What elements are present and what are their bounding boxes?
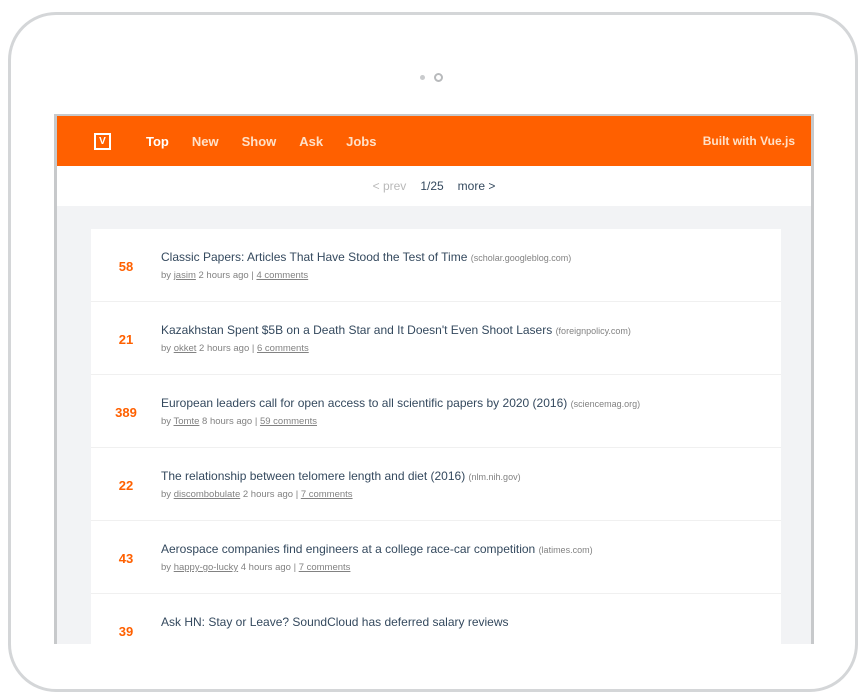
nav-show[interactable]: Show [242,134,277,149]
screen: V Top New Show Ask Jobs Built with Vue.j… [54,114,814,644]
more-link[interactable]: more > [458,179,496,193]
story-meta: by okket 2 hours ago | 6 comments [161,343,309,354]
story-title[interactable]: Aerospace companies find engineers at a … [161,542,593,556]
story-item: 43 Aerospace companies find engineers at… [91,521,781,594]
meta-by: by [161,562,172,573]
story-time: 4 hours ago | [240,562,297,573]
nav: Top New Show Ask Jobs [146,134,376,149]
story-meta: by happy-go-lucky 4 hours ago | 7 commen… [161,562,350,573]
story-time: 2 hours ago | [198,270,254,281]
story-score: 389 [115,405,137,420]
story-user[interactable]: discombobulate [174,489,241,500]
meta-by: by [161,416,172,427]
story-item: 39 Ask HN: Stay or Leave? SoundCloud has… [91,594,781,644]
story-score: 58 [118,259,134,274]
story-title[interactable]: European leaders call for open access to… [161,396,640,410]
story-meta: by jasim 2 hours ago | 4 comments [161,270,308,281]
story-title-text[interactable]: Classic Papers: Articles That Have Stood… [161,250,467,264]
story-host: (nlm.nih.gov) [468,472,521,482]
story-comments[interactable]: 7 comments [301,489,353,500]
story-host: (sciencemag.org) [570,399,641,409]
story-comments[interactable]: 7 comments [299,562,351,573]
story-title-text[interactable]: Ask HN: Stay or Leave? SoundCloud has de… [161,615,509,629]
camera-lens [434,73,443,82]
built-with-link[interactable]: Built with Vue.js [703,134,795,148]
story-comments[interactable]: 6 comments [257,343,309,354]
page-indicator: 1/25 [420,179,444,193]
story-item: 22 The relationship between telomere len… [91,448,781,521]
story-user[interactable]: jasim [174,270,196,281]
story-user[interactable]: okket [174,343,197,354]
story-title[interactable]: Classic Papers: Articles That Have Stood… [161,250,571,264]
story-score: 39 [118,624,134,639]
meta-by: by [161,270,172,281]
story-meta: by discombobulate 2 hours ago | 7 commen… [161,489,353,500]
story-time: 8 hours ago | [202,416,258,427]
sensor-dot [420,75,425,80]
story-user[interactable]: happy-go-lucky [174,562,238,573]
story-item: 21 Kazakhstan Spent $5B on a Death Star … [91,302,781,375]
logo[interactable]: V [94,132,111,150]
story-title-text[interactable]: Kazakhstan Spent $5B on a Death Star and… [161,323,552,337]
story-title[interactable]: Ask HN: Stay or Leave? SoundCloud has de… [161,615,509,629]
nav-ask[interactable]: Ask [299,134,323,149]
story-host: (scholar.googleblog.com) [470,253,572,263]
story-user[interactable]: Tomte [174,416,200,427]
meta-by: by [161,489,172,500]
story-title[interactable]: Kazakhstan Spent $5B on a Death Star and… [161,323,631,337]
nav-jobs[interactable]: Jobs [346,134,376,149]
story-time: 2 hours ago | [199,343,255,354]
pager: < prev 1/25 more > [57,166,811,206]
story-comments[interactable]: 59 comments [260,416,317,427]
story-title-text[interactable]: The relationship between telomere length… [161,469,465,483]
meta-by: by [161,343,172,354]
story-score: 43 [118,551,134,566]
story-title-text[interactable]: Aerospace companies find engineers at a … [161,542,535,556]
story-score: 22 [118,478,134,493]
story-title[interactable]: The relationship between telomere length… [161,469,521,483]
camera [420,73,443,82]
story-host: (latimes.com) [538,545,593,555]
nav-top[interactable]: Top [146,134,169,149]
story-item: 389 European leaders call for open acces… [91,375,781,448]
story-list: 58 Classic Papers: Articles That Have St… [91,229,781,644]
prev-link[interactable]: < prev [373,179,407,193]
story-item: 58 Classic Papers: Articles That Have St… [91,229,781,302]
story-time: 2 hours ago | [242,489,299,500]
story-title-text[interactable]: European leaders call for open access to… [161,396,567,410]
story-score: 21 [118,332,134,347]
story-meta: by Tomte 8 hours ago | 59 comments [161,416,317,427]
nav-new[interactable]: New [192,134,219,149]
story-host: (foreignpolicy.com) [555,326,631,336]
header-bar: V Top New Show Ask Jobs Built with Vue.j… [57,116,811,166]
story-comments[interactable]: 4 comments [256,270,308,281]
